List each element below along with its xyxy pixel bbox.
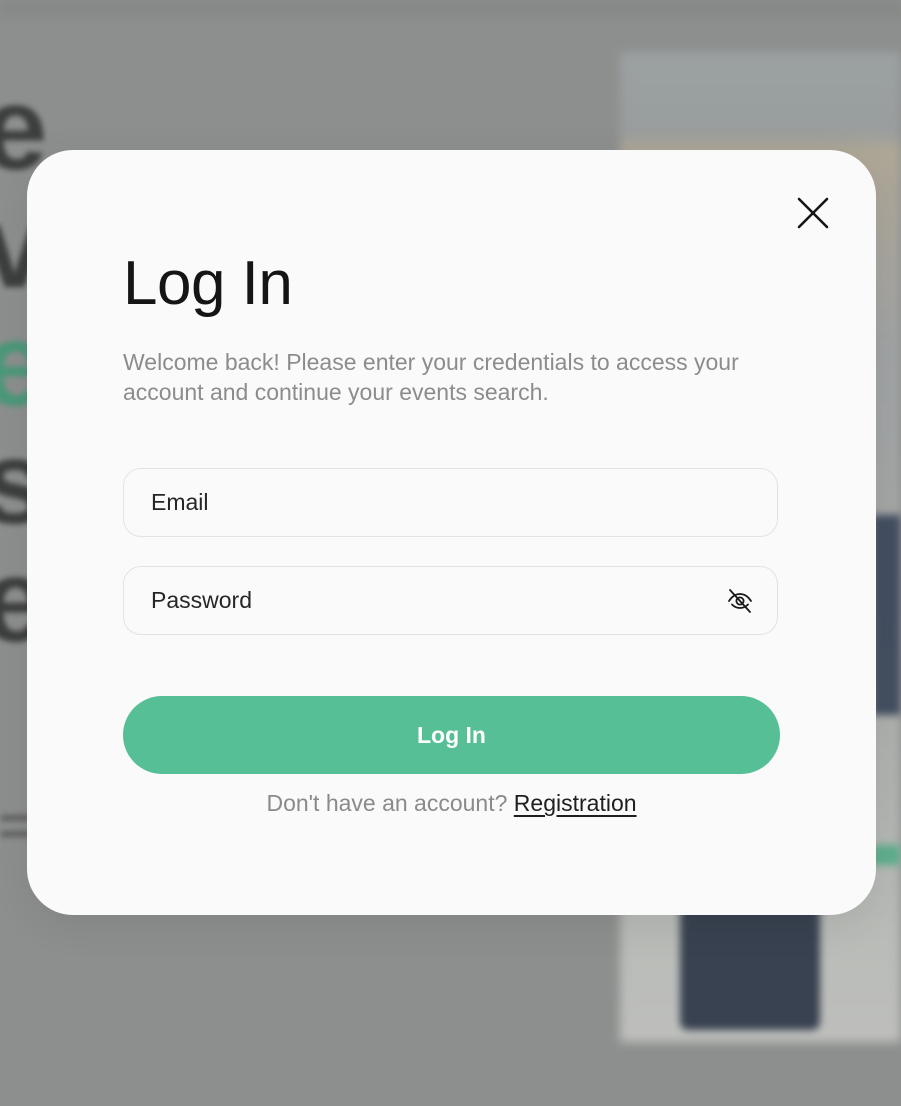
background-figure-right (872, 515, 901, 715)
password-field[interactable] (124, 567, 777, 634)
close-icon (797, 197, 829, 229)
email-field[interactable] (124, 469, 777, 536)
page-title: Log In (123, 249, 293, 318)
page: e v e s e Log In Welcome back! Please en… (0, 0, 901, 1106)
close-button[interactable] (793, 193, 833, 233)
eye-off-icon (728, 589, 752, 613)
welcome-text: Welcome back! Please enter your credenti… (123, 349, 739, 405)
login-button[interactable]: Log In (123, 696, 780, 774)
background-header (0, 0, 901, 18)
signup-row: Don't have an account? Registration (27, 787, 876, 819)
password-field-container (123, 566, 778, 635)
email-field-container (123, 468, 778, 537)
signup-prompt: Don't have an account? (266, 790, 508, 816)
password-visibility-toggle[interactable] (725, 586, 755, 616)
login-modal: Log In Welcome back! Please enter your c… (27, 150, 876, 915)
registration-link[interactable]: Registration (514, 790, 637, 816)
